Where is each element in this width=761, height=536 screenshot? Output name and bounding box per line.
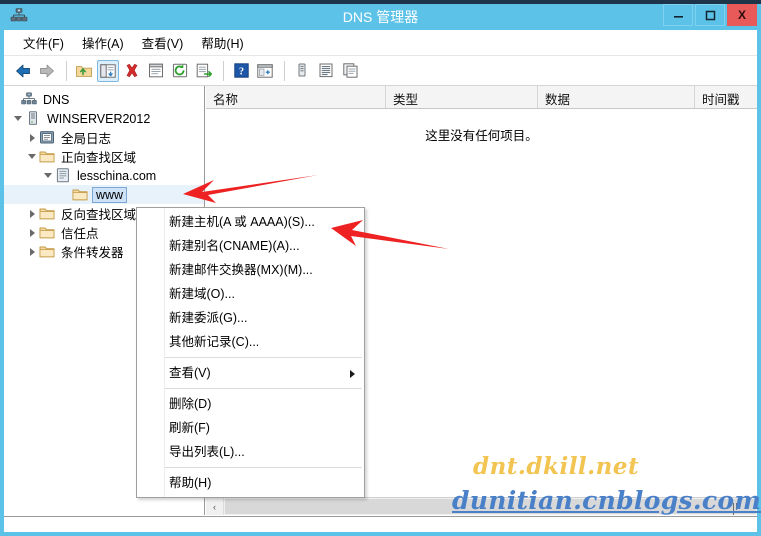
tree-item-global-logs[interactable]: 全局日志 (4, 128, 204, 147)
main-content: DNS WINSERVER2012 全局日志 正向查找区域 lesschina.… (4, 86, 757, 532)
ctx-new-mx[interactable]: 新建邮件交换器(MX)(M)... (137, 258, 364, 282)
tree-label: 全局日志 (61, 132, 112, 146)
window-controls: X (661, 4, 757, 28)
expander-closed[interactable] (26, 245, 39, 258)
expander-open[interactable] (42, 169, 55, 182)
watermark-primary: dnt.dkill.net (473, 453, 640, 480)
arrow-to-new-host-item (331, 220, 449, 249)
minimize-button[interactable] (663, 4, 693, 26)
empty-list-message: 这里没有任何项目。 (425, 129, 538, 143)
menu-bar: 文件(F) 操作(A) 查看(V) 帮助(H) (4, 30, 757, 56)
column-header-data[interactable]: 数据 (538, 86, 695, 108)
close-button[interactable]: X (727, 4, 757, 26)
details-icon[interactable] (339, 60, 361, 82)
ctx-new-delegation[interactable]: 新建委派(G)... (137, 306, 364, 330)
status-bar (4, 516, 757, 532)
ctx-view-label: 查看(V) (169, 366, 211, 380)
tree-label: 条件转发器 (61, 246, 124, 260)
tree-item-forward-lookup-zones[interactable]: 正向查找区域 (4, 147, 204, 166)
expander-closed[interactable] (26, 207, 39, 220)
expander-closed[interactable] (26, 131, 39, 144)
ctx-delete[interactable]: 删除(D) (137, 392, 364, 416)
svg-text:?: ? (238, 66, 243, 77)
tree-label: DNS (43, 92, 70, 107)
submenu-arrow-icon (350, 370, 355, 378)
list-icon[interactable] (315, 60, 337, 82)
ctx-separator-3 (139, 467, 362, 468)
export-list-icon[interactable] (193, 60, 215, 82)
large-icons-icon[interactable] (291, 60, 313, 82)
folder-icon (72, 187, 88, 202)
window-title: DNS 管理器 (342, 9, 419, 25)
new-window-icon[interactable] (254, 60, 276, 82)
toolbar-separator-3 (284, 60, 285, 81)
listview-header: 名称 类型 数据 时间戳 (206, 86, 757, 109)
folder-icon (39, 225, 55, 240)
expander-open[interactable] (26, 150, 39, 163)
menu-help[interactable]: 帮助(H) (192, 30, 252, 55)
column-header-timestamp[interactable]: 时间戳 (695, 86, 757, 108)
log-folder-icon (39, 130, 55, 145)
watermark-secondary: dunitian.cnblogs.com (452, 486, 761, 515)
ctx-other-new-records[interactable]: 其他新记录(C)... (137, 330, 364, 354)
expander-none (8, 93, 21, 106)
ctx-refresh[interactable]: 刷新(F) (137, 416, 364, 440)
tree-item-winserver2012[interactable]: WINSERVER2012 (4, 109, 204, 128)
ctx-separator-1 (139, 357, 362, 358)
arrow-to-www-node (183, 175, 318, 203)
menu-view[interactable]: 查看(V) (133, 30, 193, 55)
up-folder-icon[interactable] (73, 60, 95, 82)
tree-item-www[interactable]: www (4, 185, 204, 204)
dns-root-icon (21, 92, 37, 107)
tree-item-dns[interactable]: DNS (4, 90, 204, 109)
folder-icon (39, 149, 55, 164)
zone-icon (55, 168, 71, 183)
column-header-type[interactable]: 类型 (386, 86, 538, 108)
ctx-export-list[interactable]: 导出列表(L)... (137, 440, 364, 464)
expander-open[interactable] (12, 112, 25, 125)
show-hide-console-tree-icon[interactable] (97, 59, 119, 82)
tree-label: lesschina.com (77, 168, 157, 183)
scroll-left-button[interactable]: ‹ (206, 498, 224, 515)
forward-arrow-icon[interactable] (36, 60, 58, 82)
title-bar: DNS 管理器 X (0, 0, 761, 30)
ctx-view[interactable]: 查看(V) (137, 361, 364, 385)
toolbar: ? (4, 56, 757, 86)
back-arrow-icon[interactable] (12, 60, 34, 82)
help-icon[interactable]: ? (230, 60, 252, 82)
maximize-button[interactable] (695, 4, 725, 26)
tree-label: 信任点 (61, 227, 99, 241)
ctx-help[interactable]: 帮助(H) (137, 471, 364, 495)
ctx-new-domain[interactable]: 新建域(O)... (137, 282, 364, 306)
properties-icon[interactable] (145, 60, 167, 82)
tree-item-lesschina-com[interactable]: lesschina.com (4, 166, 204, 185)
expander-closed[interactable] (26, 226, 39, 239)
column-header-name[interactable]: 名称 (206, 86, 386, 108)
expander-none (59, 188, 72, 201)
folder-icon (39, 244, 55, 259)
server-icon (25, 111, 41, 126)
dns-manager-window: DNS 管理器 X 文件(F) 操作(A) 查看(V) 帮助(H) ? DNS … (0, 0, 761, 536)
refresh-icon[interactable] (169, 60, 191, 82)
menu-action[interactable]: 操作(A) (73, 30, 133, 55)
tree-label: 正向查找区域 (61, 151, 137, 165)
tree-label: WINSERVER2012 (47, 111, 151, 126)
delete-icon[interactable] (121, 60, 143, 82)
folder-icon (39, 206, 55, 221)
tree-label: 反向查找区域 (61, 208, 137, 222)
toolbar-separator-1 (66, 60, 67, 81)
toolbar-separator-2 (223, 60, 224, 81)
ctx-separator-2 (139, 388, 362, 389)
menu-file[interactable]: 文件(F) (14, 30, 73, 55)
tree-label: www (92, 186, 128, 203)
